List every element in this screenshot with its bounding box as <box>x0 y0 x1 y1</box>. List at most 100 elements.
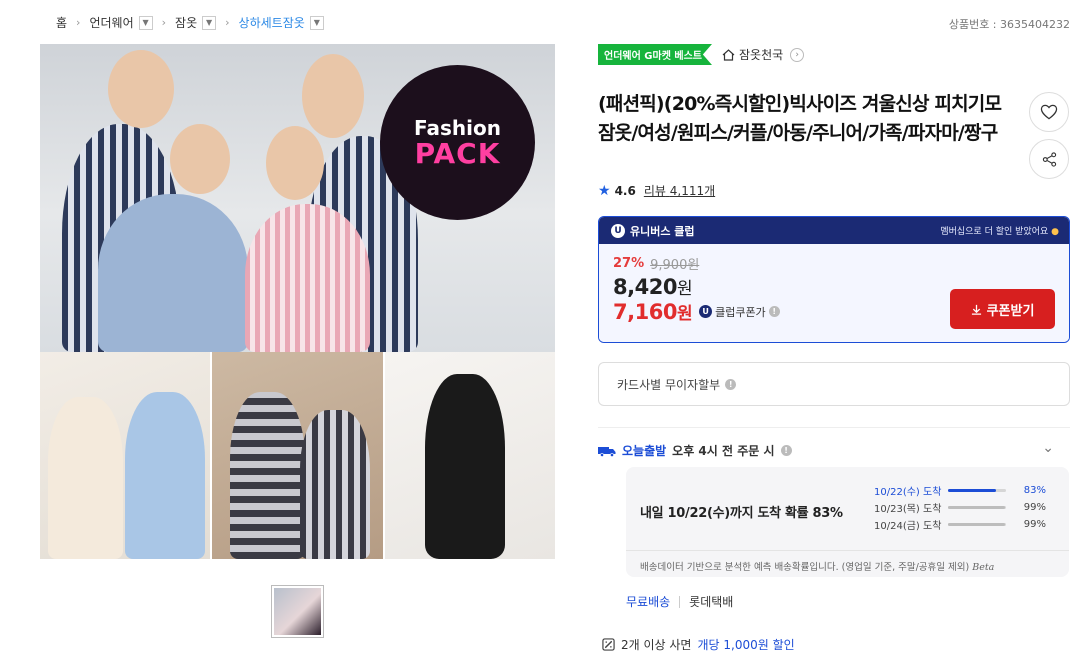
probability-bar <box>948 506 1006 509</box>
sale-price-amount: 8,420 <box>613 275 677 299</box>
breadcrumb-category-3-label: 상하세트잠옷 <box>238 16 305 30</box>
today-dispatch-label: 오늘출발 <box>622 444 667 458</box>
breadcrumb-home[interactable]: 홈 <box>56 14 67 31</box>
chevron-down-icon[interactable]: ▼ <box>202 15 217 30</box>
best-badge[interactable]: 언더웨어 G마켓 베스트 <box>598 44 712 65</box>
breadcrumb-category-2-label: 잠옷 <box>175 16 198 30</box>
club-coupon-text: 클럽쿠폰가 <box>715 305 766 319</box>
share-button[interactable] <box>1029 139 1069 179</box>
delivery-header[interactable]: 오늘출발 오후 4시 전 주문 시 ! ⌄ <box>598 440 1070 459</box>
figure-boy-head <box>170 124 230 194</box>
probability-note: 배송데이터 기반으로 분석한 예측 배송확률입니다. (영업일 기준, 주말/공… <box>640 559 994 573</box>
review-count: 4,111개 <box>669 184 716 198</box>
courier-name: 롯데택배 <box>689 595 734 609</box>
figure-woman-head <box>302 54 364 138</box>
sub-photo-couple[interactable] <box>212 352 383 559</box>
card-installment-box[interactable]: 카드사별 무이자할부 ! <box>598 362 1070 406</box>
wishlist-button[interactable] <box>1029 92 1069 132</box>
download-icon <box>971 304 981 315</box>
figure-boy <box>98 194 248 352</box>
bulk-discount-prefix: 2개 이상 사면 <box>621 638 692 652</box>
figure-dress <box>424 374 505 559</box>
arrival-row: 10/22(수) 도착 83% <box>874 482 1046 499</box>
info-icon[interactable]: ! <box>768 306 780 317</box>
breadcrumb-category-1-label: 언더웨어 <box>89 16 134 30</box>
product-title: (패션픽)(20%즉시할인)빅사이즈 겨울신상 피치기모 잠옷/여성/원피스/커… <box>598 93 1002 144</box>
original-price: 9,900원 <box>650 258 700 273</box>
figure-girl-head <box>266 126 324 200</box>
chevron-right-icon: › <box>161 16 167 29</box>
figure-kid-right <box>125 392 205 559</box>
badge-row: 언더웨어 G마켓 베스트 잠옷천국 › <box>598 44 1070 65</box>
divider <box>626 550 1069 551</box>
discount-tag-icon <box>602 638 615 651</box>
club-promo: 멤버십으로 더 할인 받았어요 ● <box>940 224 1059 237</box>
product-number: 상품번호 : 3635404232 <box>948 18 1070 31</box>
probability-bar <box>948 489 1006 492</box>
info-icon[interactable]: ! <box>725 378 737 390</box>
chevron-down-icon[interactable]: ▼ <box>138 15 153 30</box>
figure-couple-right <box>300 410 371 559</box>
store-name: 잠옷천국 <box>738 48 784 62</box>
club-name: 유니버스 클럽 <box>630 224 695 238</box>
bulk-discount-highlight: 개당 1,000원 할인 <box>697 638 795 652</box>
review-link[interactable]: 리뷰 4,111개 <box>644 182 715 199</box>
arrival-probability-list: 10/22(수) 도착 83% 10/23(목) 도착 99% 10/24(금)… <box>874 482 1046 533</box>
chevron-down-icon[interactable]: ▼ <box>309 15 324 30</box>
logo-line-2: PACK <box>414 136 501 170</box>
chevron-down-icon[interactable]: ⌄ <box>1042 440 1054 456</box>
breadcrumb-category-3[interactable]: 상하세트잠옷 ▼ <box>239 14 324 31</box>
sale-price-unit: 원 <box>676 279 693 299</box>
product-info: 언더웨어 G마켓 베스트 잠옷천국 › (패션픽)(20%즉시할인)빅사이즈 겨… <box>598 44 1070 652</box>
figure-man-head <box>108 50 174 128</box>
main-product-photo[interactable]: Fashion PACK <box>40 44 555 352</box>
review-label: 리뷰 <box>643 184 666 198</box>
rating-row: ★ 4.6 리뷰 4,111개 <box>598 182 715 199</box>
arrival-date: 10/23(목) 도착 <box>874 504 942 515</box>
bulk-discount-row: 2개 이상 사면 개당 1,000원 할인 <box>602 636 795 653</box>
gallery-thumbnail[interactable] <box>271 585 324 638</box>
arrival-row: 10/23(목) 도착 99% <box>874 499 1046 516</box>
breadcrumb-category-2[interactable]: 잠옷 ▼ <box>175 14 217 31</box>
figure-couple-left <box>230 392 306 559</box>
club-price: 7,160원 <box>613 299 693 324</box>
star-icon: ★ <box>598 182 611 199</box>
sub-photo-kids[interactable] <box>40 352 211 559</box>
info-icon[interactable]: ! <box>780 445 792 456</box>
arrival-row: 10/24(금) 도착 99% <box>874 516 1046 533</box>
delivery-cutoff-text: 오후 4시 전 주문 시 <box>672 444 775 458</box>
store-link[interactable]: 잠옷천국 › <box>722 46 805 63</box>
club-bar[interactable]: U 유니버스 클럽 멤버십으로 더 할인 받았어요 ● <box>599 217 1069 244</box>
logo-line-1: Fashion <box>414 115 501 140</box>
chevron-right-icon: › <box>225 16 230 29</box>
club-coupon-label[interactable]: U 클럽쿠폰가 ! <box>699 304 780 320</box>
universe-club-icon: U <box>611 223 625 238</box>
arrival-probability-box: 내일 10/22(수)까지 도착 확률 83% 10/22(수) 도착 83% … <box>626 467 1069 577</box>
sub-photo-dress[interactable] <box>384 352 555 559</box>
discount-row: 27% 9,900원 <box>613 254 1055 273</box>
thumbnail-image <box>274 588 321 635</box>
sub-photo-row <box>40 352 555 559</box>
club-price-unit: 원 <box>676 304 693 324</box>
breadcrumb: 홈 › 언더웨어 ▼ › 잠옷 ▼ › 상하세트잠옷 ▼ <box>56 14 324 31</box>
coupon-download-button[interactable]: 쿠폰받기 <box>950 289 1055 329</box>
price-box: U 유니버스 클럽 멤버십으로 더 할인 받았어요 ● 27% 9,900원 8… <box>598 216 1070 343</box>
breadcrumb-category-1[interactable]: 언더웨어 ▼ <box>89 14 153 31</box>
arrival-date: 10/24(금) 도착 <box>874 521 942 532</box>
figure-kid-left <box>48 397 123 559</box>
shipping-row: 무료배송 롯데택배 <box>626 593 733 610</box>
truck-icon <box>598 446 616 457</box>
discount-rate: 27% <box>613 256 645 271</box>
rating-score: 4.6 <box>614 183 636 198</box>
arrival-probability-headline: 내일 10/22(수)까지 도착 확률 83% <box>640 506 843 521</box>
divider <box>598 427 1070 428</box>
probability-bar <box>948 523 1006 526</box>
heart-icon <box>1040 104 1058 120</box>
fashion-pack-logo: Fashion PACK <box>380 65 535 220</box>
arrival-percent: 99% <box>1023 502 1046 513</box>
product-gallery[interactable]: Fashion PACK <box>40 44 555 559</box>
card-installment-label: 카드사별 무이자할부 <box>617 377 721 392</box>
club-price-amount: 7,160 <box>613 300 677 324</box>
probability-note-text: 배송데이터 기반으로 분석한 예측 배송확률입니다. (영업일 기준, 주말/공… <box>640 562 970 573</box>
club-promo-text: 멤버십으로 더 할인 받았어요 <box>940 227 1049 237</box>
